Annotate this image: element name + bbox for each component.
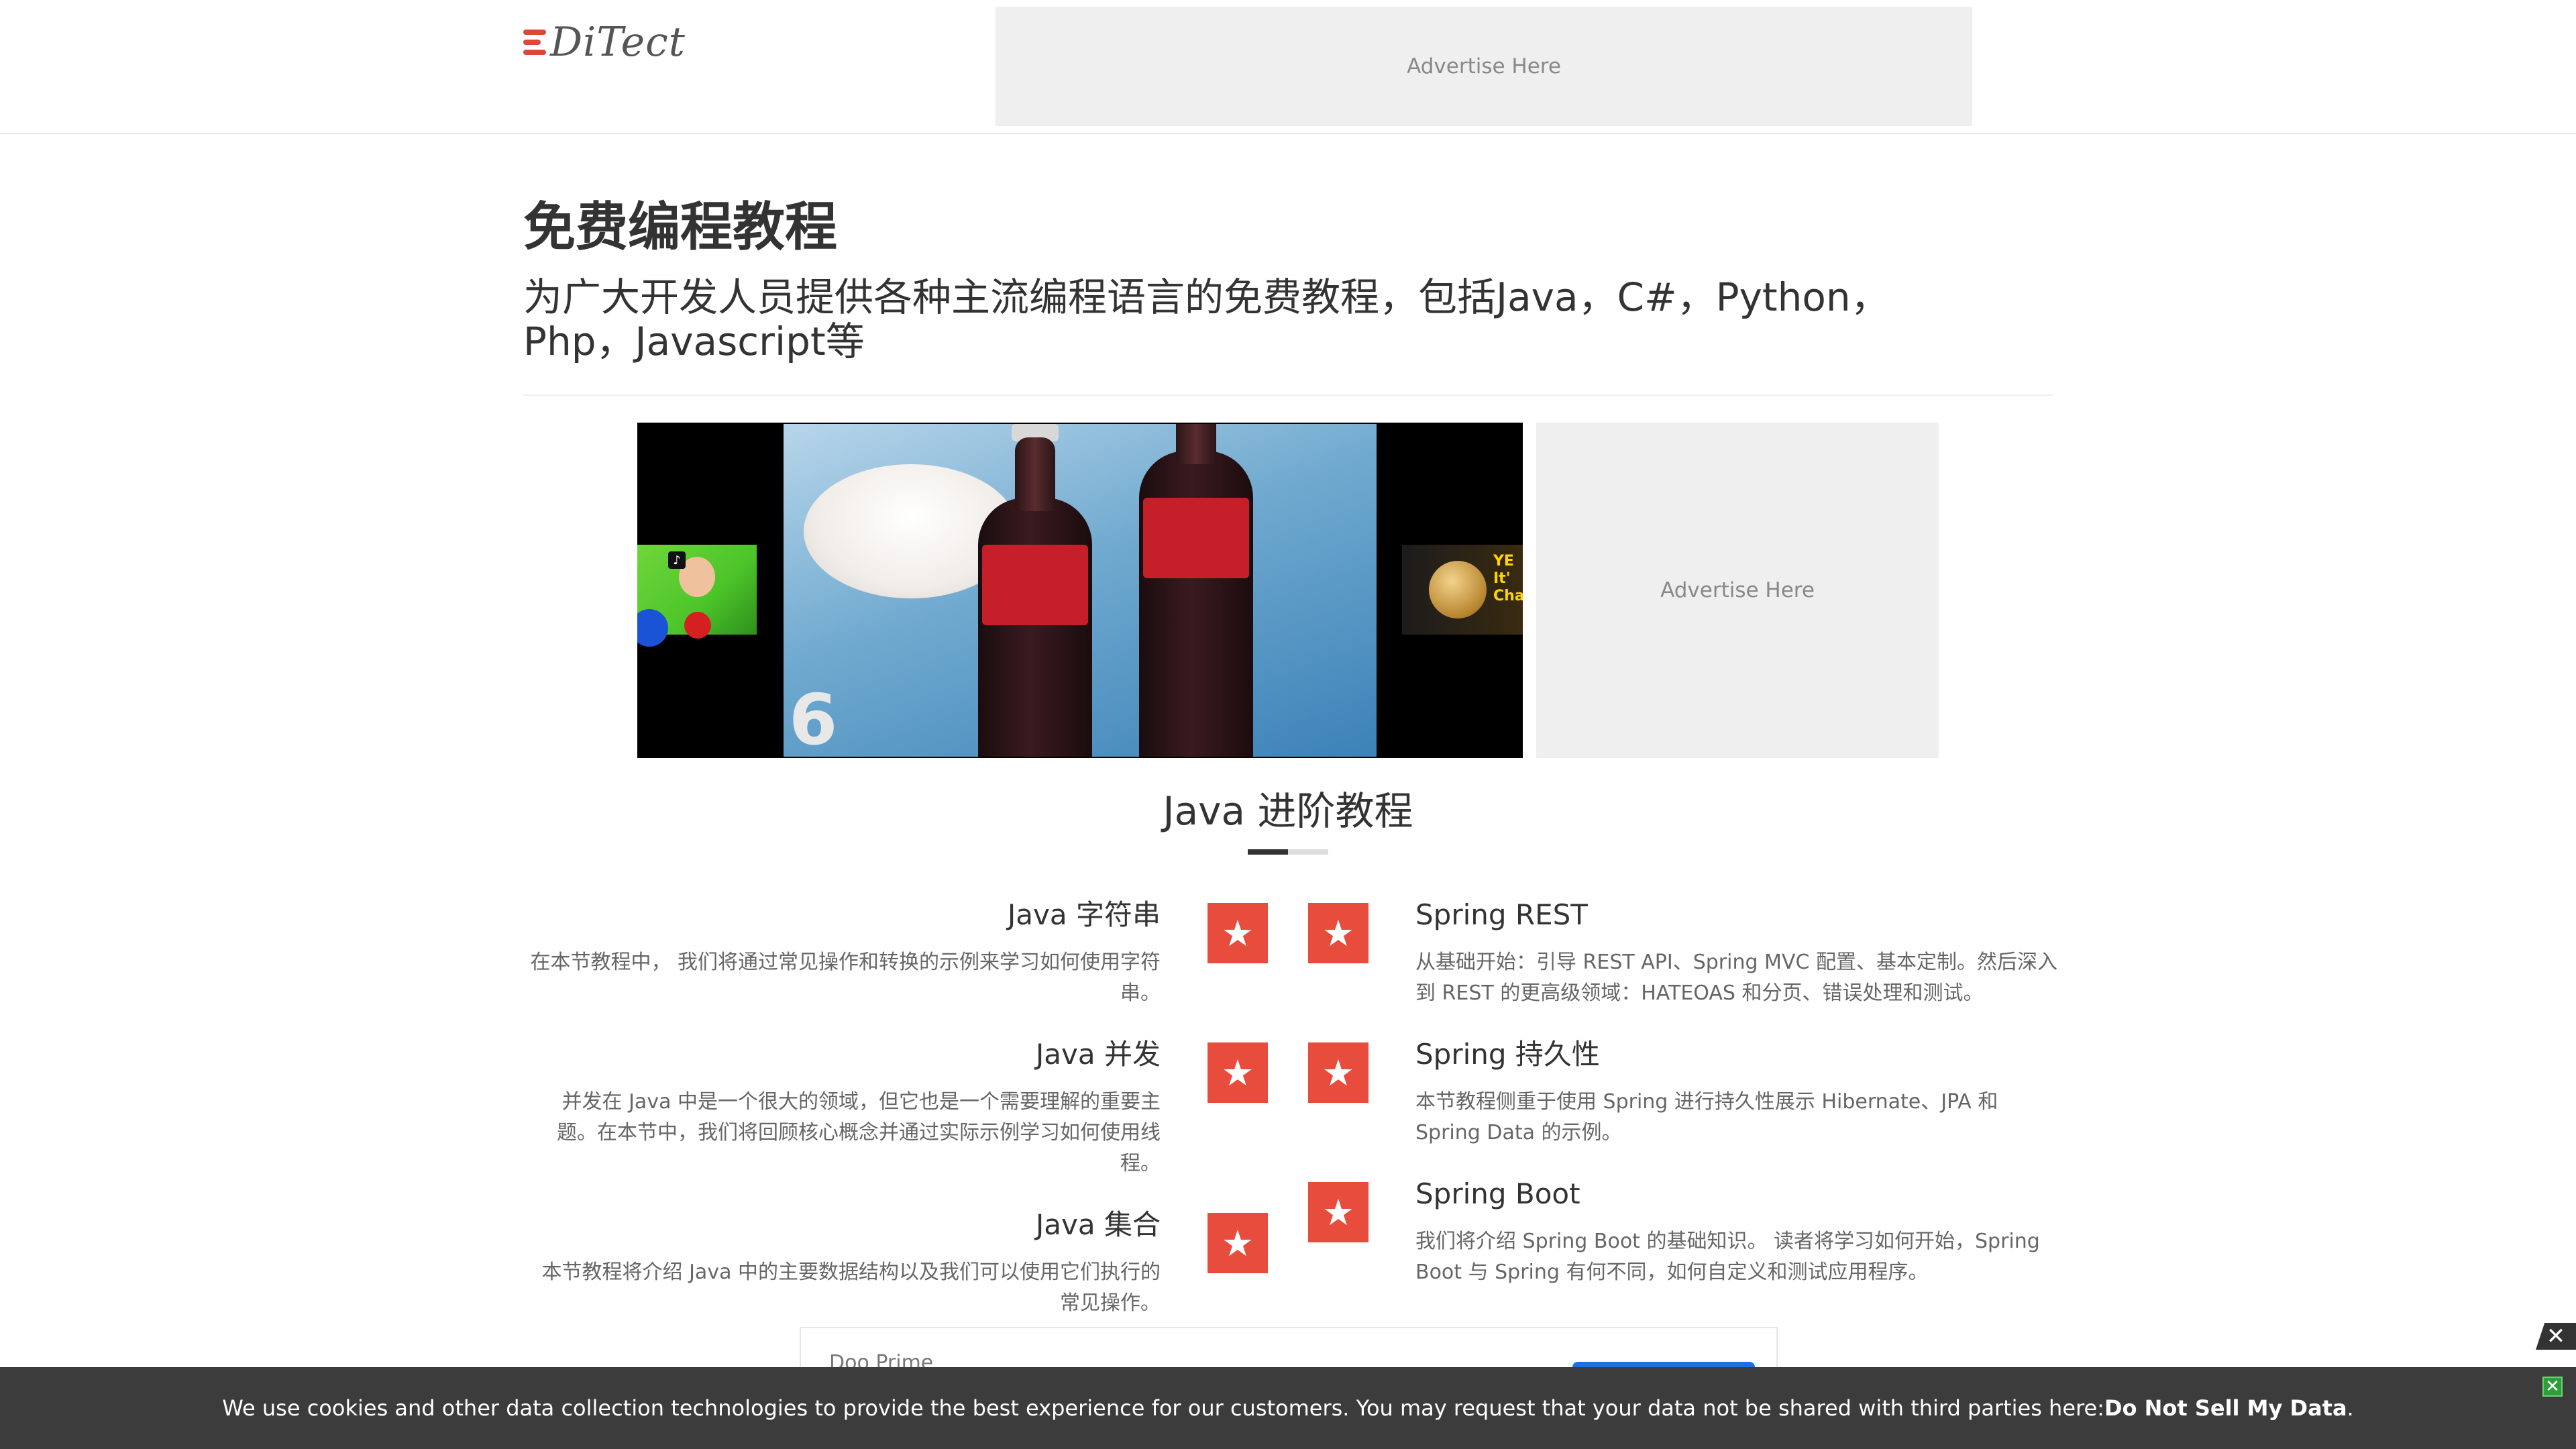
- star-icon: ★: [1308, 1182, 1368, 1242]
- thumbnail-ball: [684, 612, 711, 639]
- header-ad-label: Advertise Here: [1407, 54, 1561, 78]
- star-icon: ★: [1208, 1213, 1268, 1273]
- tutorial-title[interactable]: Java 字符串: [523, 898, 1161, 932]
- page-title: 免费编程教程: [523, 197, 838, 258]
- logo-text: DiTect: [550, 19, 686, 66]
- popup-close-icon[interactable]: ✕: [2536, 1323, 2576, 1350]
- cookie-trailing: .: [2347, 1395, 2354, 1421]
- thumbnail-text: YE It' Cha: [1493, 553, 1523, 604]
- site-logo[interactable]: DiTect: [523, 19, 686, 66]
- tutorial-item-java-collections[interactable]: Java 集合 本节教程将介绍 Java 中的主要数据结构以及我们可以使用它们执…: [523, 1208, 1161, 1319]
- tutorial-desc: 并发在 Java 中是一个很大的领域，但它也是一个需要理解的重要主题。在本节中，…: [557, 1090, 1161, 1175]
- video-frame-number: 6: [789, 679, 838, 757]
- tutorial-item-java-string[interactable]: Java 字符串 在本节教程中， 我们将通过常见操作和转换的示例来学习如何使用字…: [523, 898, 1161, 1009]
- section-title-underline: [1248, 849, 1328, 855]
- star-icon: ★: [1308, 903, 1368, 963]
- tutorial-desc: 本节教程将介绍 Java 中的主要数据结构以及我们可以使用它们执行的常见操作。: [541, 1260, 1161, 1315]
- cookie-close-icon[interactable]: ✕: [2542, 1377, 2563, 1397]
- bottom-ad-popup[interactable]: Doo Prime: [800, 1327, 1778, 1368]
- page-subtitle: 为广大开发人员提供各种主流编程语言的免费教程，包括Java，C#，Python，…: [523, 274, 1890, 364]
- side-ad-banner[interactable]: Advertise Here: [1536, 423, 1939, 758]
- tutorial-title[interactable]: Spring REST: [1415, 898, 2059, 932]
- logo-mark-icon: [523, 27, 546, 58]
- video-main-frame[interactable]: 6: [784, 424, 1377, 757]
- tiktok-icon: ♪: [668, 551, 686, 569]
- coin-image: [1429, 561, 1487, 619]
- section-title: Java 进阶教程: [1163, 788, 1413, 834]
- video-thumbnail-next[interactable]: YE It' Cha: [1402, 545, 1523, 635]
- side-ad-label: Advertise Here: [1660, 578, 1815, 602]
- bottle-image: [1139, 424, 1253, 757]
- tutorial-title[interactable]: Spring Boot: [1415, 1177, 2059, 1212]
- cookie-consent-bar: We use cookies and other data collection…: [0, 1367, 2576, 1449]
- tutorial-item-spring-boot[interactable]: Spring Boot 我们将介绍 Spring Boot 的基础知识。 读者将…: [1415, 1177, 2059, 1288]
- tutorial-item-spring-persistence[interactable]: Spring 持久性 本节教程侧重于使用 Spring 进行持久性展示 Hibe…: [1415, 1037, 2059, 1148]
- tutorial-item-spring-rest[interactable]: Spring REST 从基础开始：引导 REST API、Spring MVC…: [1415, 898, 2059, 1009]
- tutorial-title[interactable]: Spring 持久性: [1415, 1037, 2059, 1072]
- tutorial-desc: 本节教程侧重于使用 Spring 进行持久性展示 Hibernate、JPA 和…: [1415, 1090, 1998, 1144]
- tutorial-desc: 从基础开始：引导 REST API、Spring MVC 配置、基本定制。然后深…: [1415, 951, 2057, 1005]
- tutorial-desc: 我们将介绍 Spring Boot 的基础知识。 读者将学习如何开始，Sprin…: [1415, 1230, 2040, 1284]
- video-player[interactable]: ♪ 6 YE It' Cha: [637, 423, 1523, 758]
- do-not-sell-link[interactable]: Do Not Sell My Data: [2104, 1395, 2347, 1421]
- cookie-message: We use cookies and other data collection…: [222, 1395, 2104, 1421]
- tutorial-desc: 在本节教程中， 我们将通过常见操作和转换的示例来学习如何使用字符串。: [530, 951, 1161, 1005]
- header-ad-banner[interactable]: Advertise Here: [996, 7, 1972, 126]
- star-icon: ★: [1308, 1042, 1368, 1103]
- tutorial-title[interactable]: Java 并发: [523, 1037, 1161, 1072]
- thumbnail-ball: [637, 609, 668, 647]
- tutorial-title[interactable]: Java 集合: [523, 1208, 1161, 1242]
- star-icon: ★: [1208, 1042, 1268, 1103]
- tutorial-item-java-concurrency[interactable]: Java 并发 并发在 Java 中是一个很大的领域，但它也是一个需要理解的重要…: [523, 1037, 1161, 1179]
- bottle-image: [978, 424, 1092, 757]
- hero-divider: [523, 394, 2053, 396]
- site-header: DiTect Advertise Here: [0, 0, 2576, 134]
- star-icon: ★: [1208, 903, 1268, 963]
- popup-brand: Doo Prime: [829, 1351, 934, 1368]
- video-thumbnail-previous[interactable]: ♪: [637, 545, 757, 647]
